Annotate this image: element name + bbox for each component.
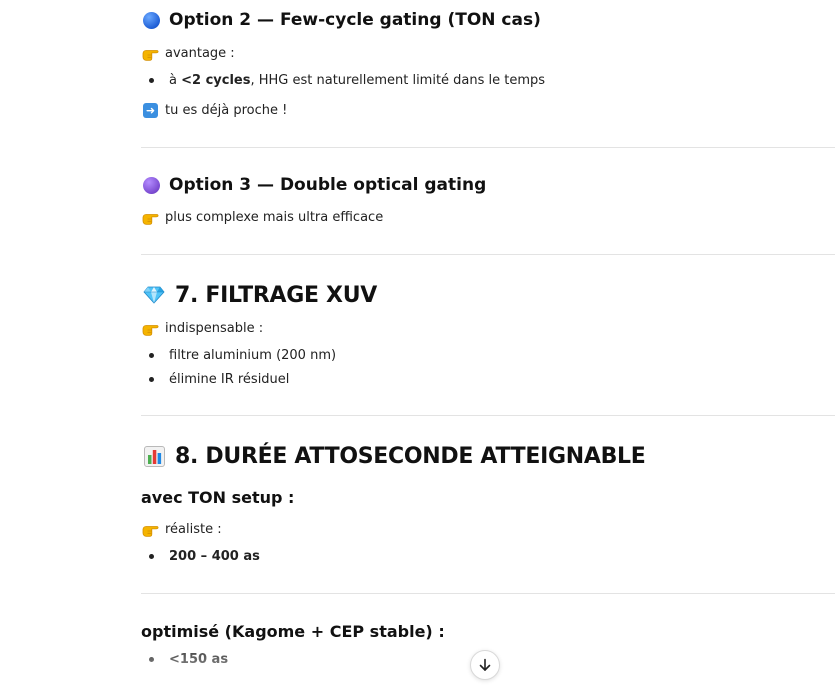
list-item-text: <150 as (169, 651, 229, 667)
divider (141, 593, 835, 594)
paragraph-text: tu es déjà proche ! (165, 102, 288, 118)
section-heading: Option 2 — Few-cycle gating (TON cas) (141, 8, 831, 32)
paragraph: ➜ tu es déjà proche ! (141, 100, 831, 120)
blue-circle-icon (143, 11, 160, 29)
section-title: 7. FILTRAGE XUV (175, 282, 377, 308)
section-heading: 7. FILTRAGE XUV (141, 280, 831, 310)
paragraph-text: indispensable : (165, 320, 264, 336)
subsection-title: avec TON setup : (141, 488, 295, 507)
subsection-heading: optimisé (Kagome + CEP stable) : (141, 621, 831, 643)
gem-icon (143, 286, 165, 304)
pointing-hand-icon (142, 525, 159, 537)
divider (141, 147, 835, 148)
subsection-title: optimisé (Kagome + CEP stable) : (141, 622, 445, 641)
paragraph: avantage : (141, 43, 831, 63)
pointing-hand-icon (142, 324, 159, 336)
right-arrow-icon: ➜ (143, 102, 158, 118)
list-item: filtre aluminium (200 nm) (141, 345, 831, 365)
section-title: Option 2 — Few-cycle gating (TON cas) (169, 10, 541, 30)
paragraph-text: réaliste : (165, 521, 222, 537)
list-item-emphasis: <2 cycles (181, 72, 251, 88)
list-item: à <2 cycles , HHG est naturellement limi… (141, 70, 831, 90)
section-heading: Option 3 — Double optical gating (141, 173, 831, 197)
paragraph-text: plus complexe mais ultra efficace (165, 209, 384, 225)
paragraph: indispensable : (141, 318, 831, 338)
arrow-down-icon (479, 658, 491, 671)
bullet-dot (149, 77, 154, 83)
section-option-2: Option 2 — Few-cycle gating (TON cas) (141, 8, 831, 32)
scroll-to-bottom-button[interactable] (470, 650, 500, 680)
list-item-text: filtre aluminium (200 nm) (169, 347, 337, 363)
divider (141, 415, 835, 416)
list-item: 200 – 400 as (141, 546, 831, 566)
bar-chart-icon (143, 445, 165, 467)
paragraph: plus complexe mais ultra efficace (141, 207, 831, 227)
list-item-text: 200 – 400 as (169, 548, 260, 564)
paragraph: réaliste : (141, 519, 831, 539)
bullet-dot (149, 656, 154, 662)
section-title: 8. DURÉE ATTOSECONDE ATTEIGNABLE (175, 443, 646, 469)
list-item-text-rest: , HHG est naturellement limité dans le t… (250, 72, 546, 88)
subsection-heading: avec TON setup : (141, 487, 831, 509)
section-duree: 8. DURÉE ATTOSECONDE ATTEIGNABLE (141, 441, 831, 471)
pointing-hand-icon (142, 213, 159, 225)
bullet-dot (149, 553, 154, 559)
list-item: élimine IR résiduel (141, 369, 831, 389)
pointing-hand-icon (142, 49, 159, 61)
list-item-text: à (169, 72, 182, 88)
section-title: Option 3 — Double optical gating (169, 175, 487, 195)
list-item-text: élimine IR résiduel (169, 371, 290, 387)
section-heading: 8. DURÉE ATTOSECONDE ATTEIGNABLE (141, 441, 831, 471)
section-option-3: Option 3 — Double optical gating (141, 173, 831, 197)
bullet-dot (149, 376, 154, 382)
purple-circle-icon (143, 176, 160, 194)
bullet-dot (149, 352, 154, 358)
divider (141, 254, 835, 255)
paragraph-text: avantage : (165, 45, 235, 61)
section-filtrage: 7. FILTRAGE XUV (141, 280, 831, 310)
